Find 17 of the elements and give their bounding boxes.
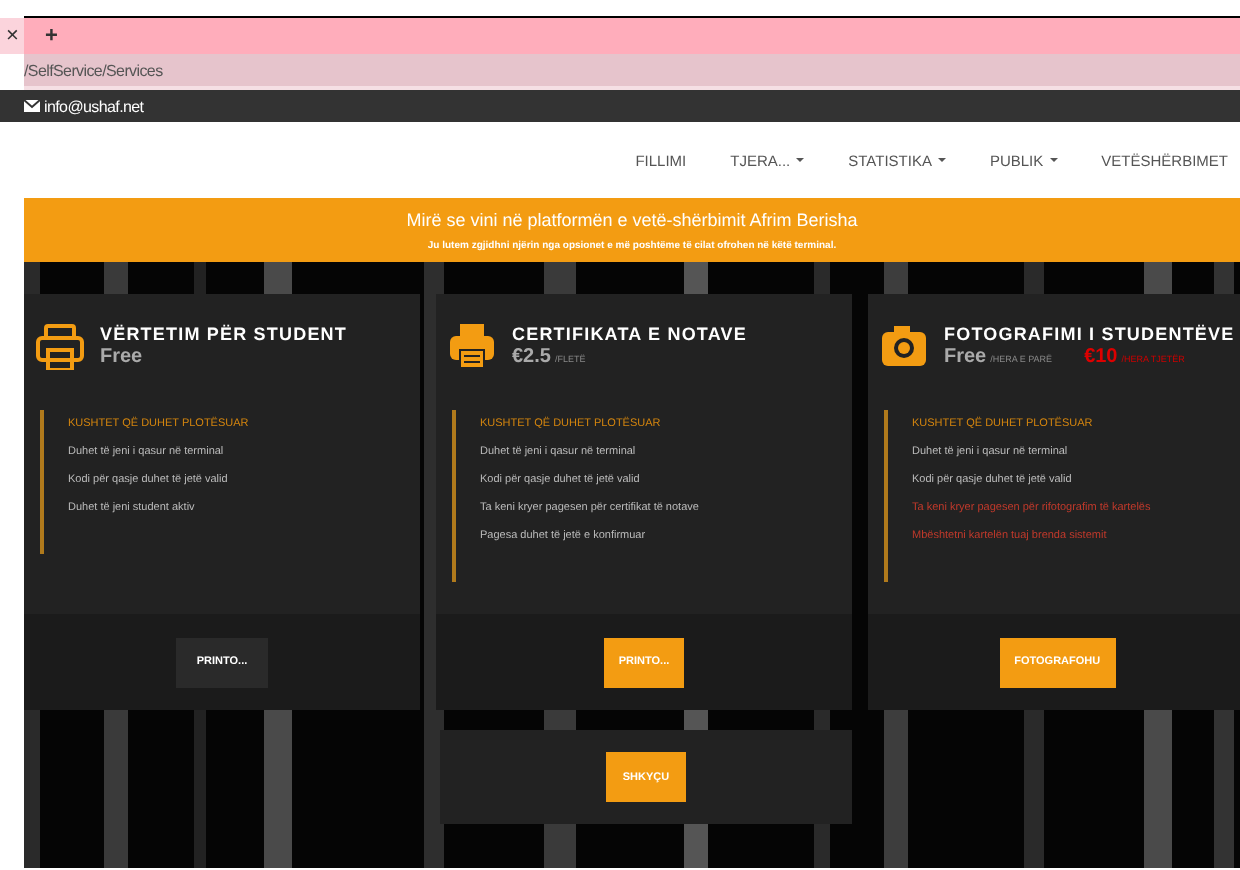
price-text: Free bbox=[944, 346, 987, 368]
printer-icon bbox=[36, 322, 84, 370]
url-text: /SelfService/Services bbox=[24, 61, 163, 79]
mail-icon bbox=[24, 100, 40, 112]
card-title: CERTIFIKATA E NOTAVE bbox=[512, 324, 747, 344]
price-text: €10 bbox=[1084, 346, 1118, 368]
new-tab-button[interactable]: + bbox=[44, 24, 58, 48]
welcome-title: Mirë se vini në platformën e vetë-shërbimit Afrim Berisha bbox=[406, 209, 858, 229]
tab-close-button[interactable]: × bbox=[0, 18, 25, 54]
card-title: VËRTETIM PËR STUDENT bbox=[100, 324, 348, 344]
printer-icon bbox=[448, 322, 496, 370]
address-bar[interactable]: /SelfService/Services bbox=[24, 54, 1240, 90]
camera-icon bbox=[880, 322, 928, 370]
card-title: FOTOGRAFIMI I STUDENTËVE bbox=[944, 324, 1235, 344]
email-text: info@ushaf.net bbox=[44, 97, 144, 115]
price-text: Free bbox=[100, 346, 143, 368]
price-text: €2.5 bbox=[512, 346, 551, 368]
